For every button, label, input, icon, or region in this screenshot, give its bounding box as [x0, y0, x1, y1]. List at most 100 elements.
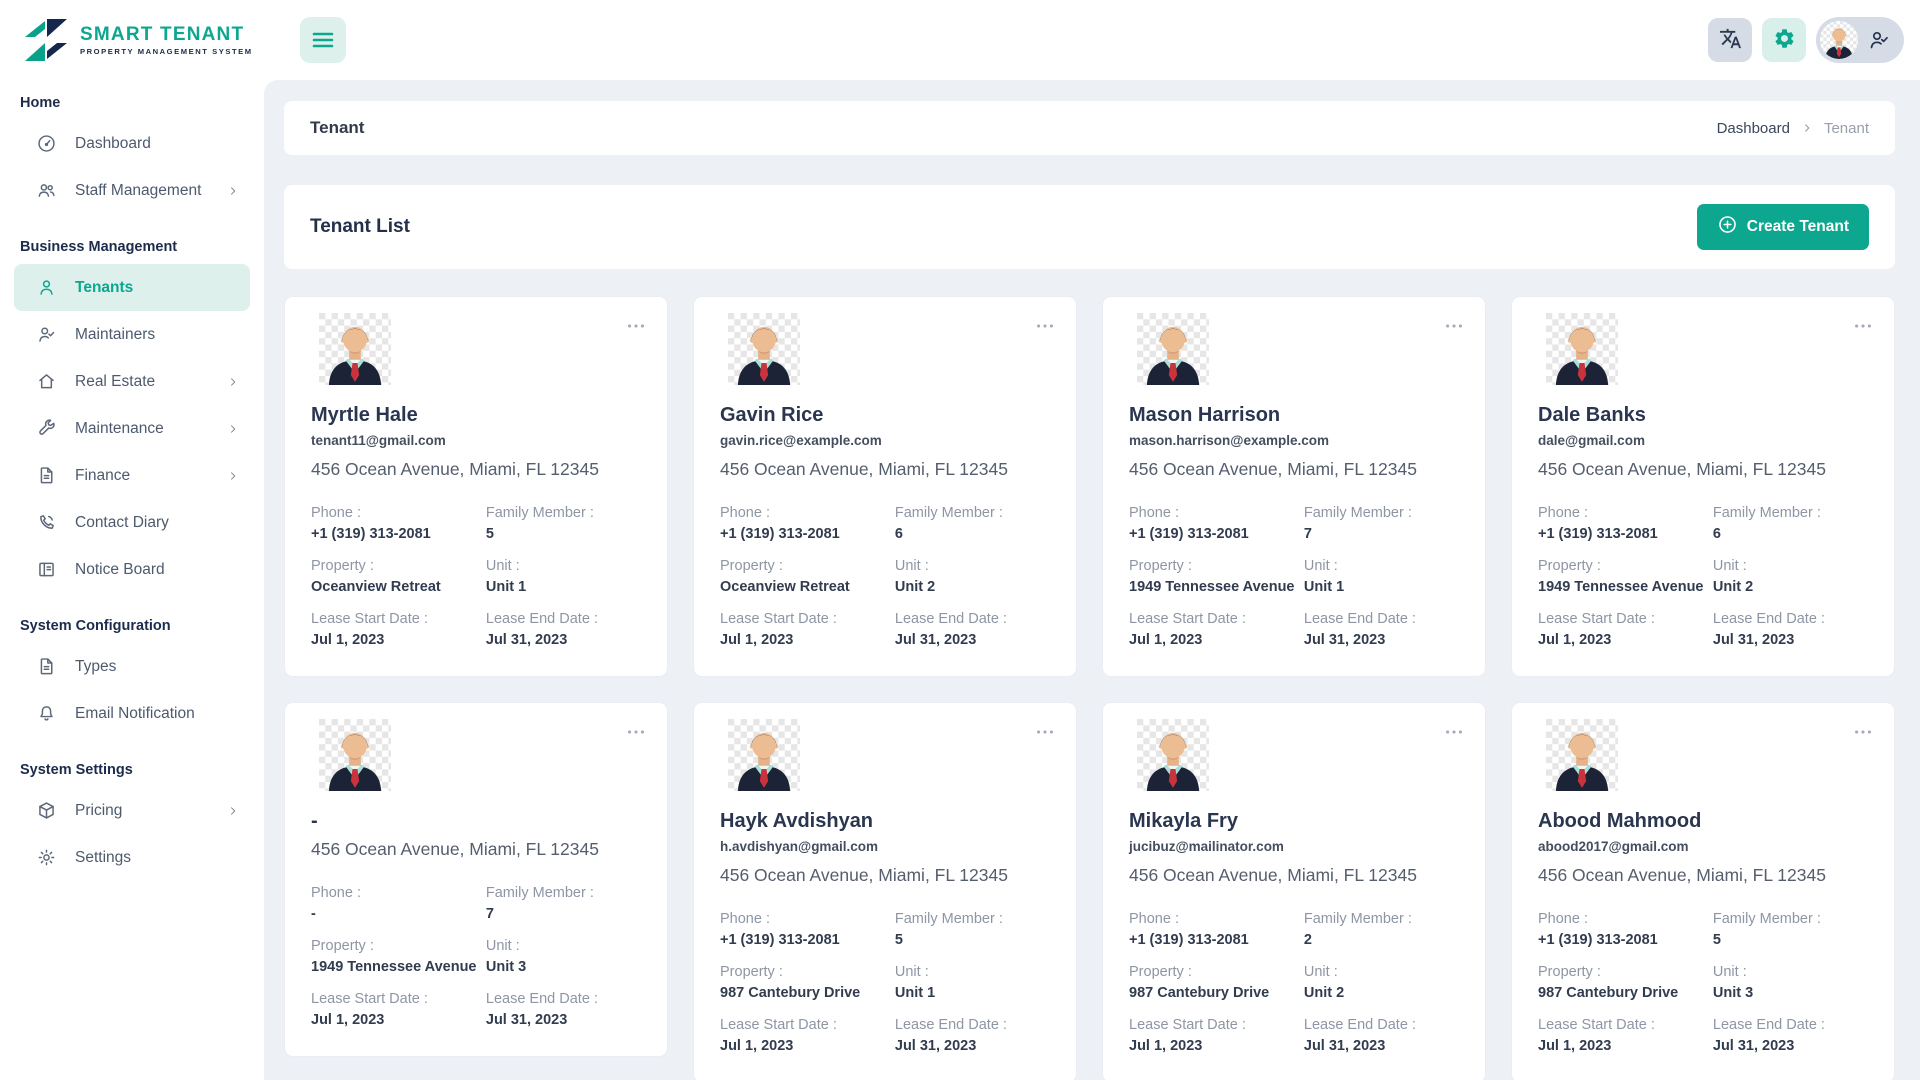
sidebar-item-maintainers[interactable]: Maintainers [14, 311, 250, 358]
phone-label: Phone : [1538, 504, 1713, 523]
unit-label: Unit : [1713, 963, 1868, 982]
wrench-icon [36, 418, 57, 439]
lease-start-label: Lease Start Date : [1538, 1016, 1713, 1035]
property-label: Property : [311, 557, 486, 576]
tenant-card: Mikayla Fry jucibuz@mailinator.com 456 O… [1102, 702, 1486, 1080]
property-label: Property : [1538, 557, 1713, 576]
nav-section: System Settings Pricing Settings [0, 762, 264, 881]
card-menu-button[interactable] [1032, 315, 1058, 337]
family-member-value: 5 [895, 931, 1050, 950]
hamburger-menu-button[interactable] [300, 17, 346, 63]
tenant-name: Gavin Rice [720, 403, 1050, 427]
field-phone: Phone : +1 (319) 313-2081 [1538, 910, 1713, 950]
tenant-card: Abood Mahmood abood2017@gmail.com 456 Oc… [1511, 702, 1895, 1080]
brand-text: SMART TENANT PROPERTY MANAGEMENT SYSTEM [80, 25, 253, 56]
phone-label: Phone : [311, 504, 486, 523]
nav-section-items: Types Email Notification [0, 643, 264, 737]
property-value: 987 Cantebury Drive [720, 984, 895, 1003]
field-unit: Unit : Unit 3 [486, 937, 641, 977]
field-phone: Phone : +1 (319) 313-2081 [720, 910, 895, 950]
phone-label: Phone : [720, 910, 895, 929]
sidebar-item-pricing[interactable]: Pricing [14, 787, 250, 834]
sidebar-item-maintenance[interactable]: Maintenance [14, 405, 250, 452]
sidebar-item-settings[interactable]: Settings [14, 834, 250, 881]
tenant-fields: Phone : +1 (319) 313-2081 Family Member … [1538, 504, 1868, 650]
card-menu-button[interactable] [1441, 315, 1467, 337]
tenant-address: 456 Ocean Avenue, Miami, FL 12345 [1129, 864, 1459, 886]
phone-value: +1 (319) 313-2081 [1129, 931, 1304, 950]
property-label: Property : [1129, 963, 1304, 982]
unit-label: Unit : [486, 937, 641, 956]
lease-end-value: Jul 31, 2023 [1713, 631, 1868, 650]
tenant-email: mason.harrison@example.com [1129, 432, 1459, 449]
field-property: Property : Oceanview Retreat [720, 557, 895, 597]
tenant-avatar [728, 719, 800, 791]
nav-section-title: Home [0, 95, 264, 111]
ellipsis-icon [625, 721, 647, 743]
tenant-email: h.avdishyan@gmail.com [720, 838, 1050, 855]
family-member-label: Family Member : [486, 504, 641, 523]
property-label: Property : [311, 937, 486, 956]
property-value: Oceanview Retreat [720, 578, 895, 597]
ellipsis-icon [625, 315, 647, 337]
sidebar-item-dashboard[interactable]: Dashboard [14, 120, 250, 167]
card-menu-button[interactable] [1441, 721, 1467, 743]
tenant-name: - [311, 809, 641, 833]
card-menu-button[interactable] [623, 315, 649, 337]
sidebar-item-contact-diary[interactable]: Contact Diary [14, 499, 250, 546]
person-check-icon [36, 324, 57, 345]
chevron-right-icon [226, 469, 240, 483]
tenant-fields: Phone : +1 (319) 313-2081 Family Member … [1129, 910, 1459, 1056]
lease-end-value: Jul 31, 2023 [1304, 1037, 1459, 1056]
breadcrumb-bar: Tenant Dashboard Tenant [284, 101, 1895, 155]
settings-button[interactable] [1762, 18, 1806, 62]
tenant-name: Dale Banks [1538, 403, 1868, 427]
field-property: Property : 987 Cantebury Drive [1129, 963, 1304, 1003]
tenant-address: 456 Ocean Avenue, Miami, FL 12345 [720, 864, 1050, 886]
field-unit: Unit : Unit 2 [1713, 557, 1868, 597]
tenant-avatar [1546, 313, 1618, 385]
lease-end-label: Lease End Date : [486, 610, 641, 629]
tenant-name: Abood Mahmood [1538, 809, 1868, 833]
topbar [264, 0, 1920, 80]
home-icon [36, 371, 57, 392]
family-member-label: Family Member : [1304, 504, 1459, 523]
bell-icon [36, 703, 57, 724]
lease-start-value: Jul 1, 2023 [311, 1011, 486, 1030]
tenant-address: 456 Ocean Avenue, Miami, FL 12345 [720, 458, 1050, 480]
breadcrumb-dashboard[interactable]: Dashboard [1717, 120, 1790, 137]
phone-label: Phone : [1129, 504, 1304, 523]
sidebar-item-notice-board[interactable]: Notice Board [14, 546, 250, 593]
ellipsis-icon [1443, 721, 1465, 743]
lease-start-value: Jul 1, 2023 [1129, 631, 1304, 650]
tenant-list-header: Tenant List Create Tenant [284, 185, 1895, 269]
field-family-member: Family Member : 6 [1713, 504, 1868, 544]
tenant-address: 456 Ocean Avenue, Miami, FL 12345 [1129, 458, 1459, 480]
create-tenant-button[interactable]: Create Tenant [1697, 204, 1869, 250]
card-menu-button[interactable] [623, 721, 649, 743]
profile-menu-button[interactable] [1816, 17, 1904, 63]
card-menu-button[interactable] [1850, 721, 1876, 743]
field-lease-end: Lease End Date : Jul 31, 2023 [1304, 610, 1459, 650]
lease-start-label: Lease Start Date : [311, 990, 486, 1009]
sidebar-item-tenants[interactable]: Tenants [14, 264, 250, 311]
file-lines-icon [36, 465, 57, 486]
card-menu-button[interactable] [1032, 721, 1058, 743]
tenant-fields: Phone : +1 (319) 313-2081 Family Member … [1129, 504, 1459, 650]
lease-end-value: Jul 31, 2023 [895, 631, 1050, 650]
sidebar-item-email-notification[interactable]: Email Notification [14, 690, 250, 737]
brand-tagline: PROPERTY MANAGEMENT SYSTEM [80, 47, 253, 56]
sidebar-item-staff-management[interactable]: Staff Management [14, 167, 250, 214]
lease-end-label: Lease End Date : [895, 1016, 1050, 1035]
family-member-value: 5 [486, 525, 641, 544]
family-member-label: Family Member : [895, 504, 1050, 523]
property-label: Property : [1538, 963, 1713, 982]
sidebar-item-finance[interactable]: Finance [14, 452, 250, 499]
property-label: Property : [720, 557, 895, 576]
translate-button[interactable] [1708, 18, 1752, 62]
sidebar-item-types[interactable]: Types [14, 643, 250, 690]
sidebar-item-real-estate[interactable]: Real Estate [14, 358, 250, 405]
lease-start-label: Lease Start Date : [311, 610, 486, 629]
card-menu-button[interactable] [1850, 315, 1876, 337]
tenant-name: Hayk Avdishyan [720, 809, 1050, 833]
